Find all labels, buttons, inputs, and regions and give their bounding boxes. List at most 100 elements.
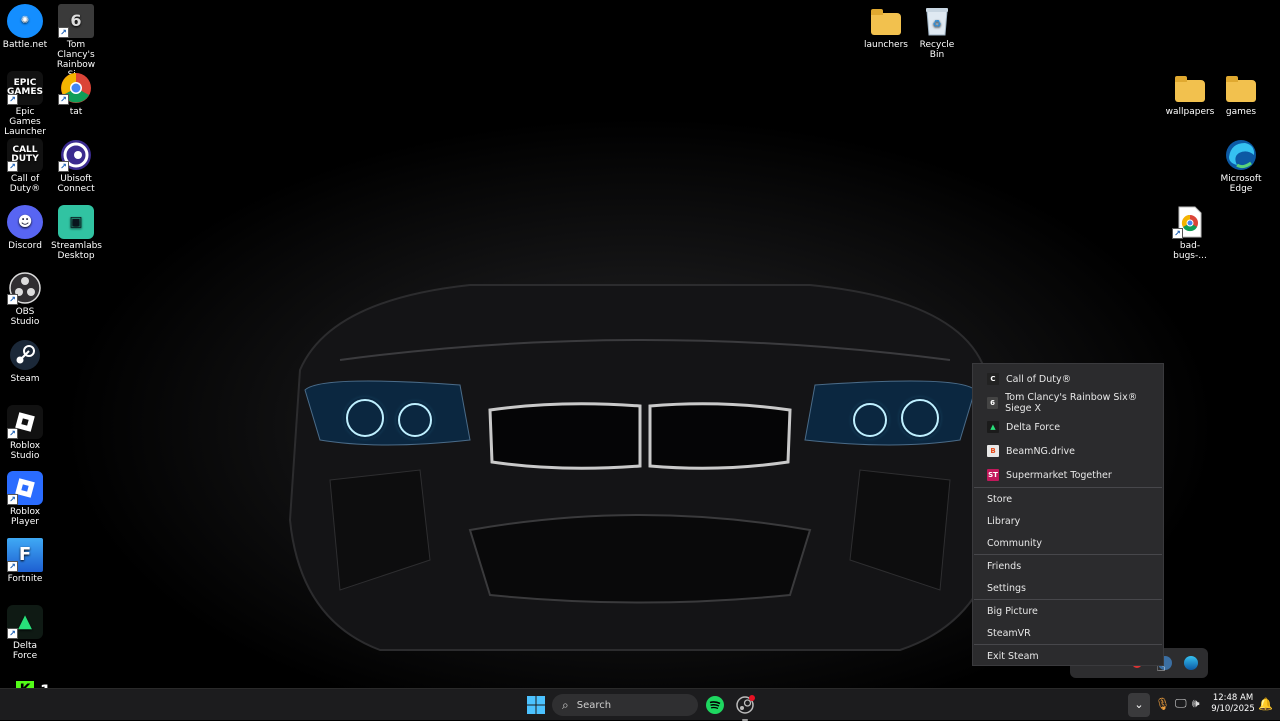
shortcut-arrow-icon: ↗ xyxy=(58,161,69,172)
notification-bell-icon[interactable]: 🔔 xyxy=(1258,697,1273,711)
spotify-taskbar-button[interactable] xyxy=(706,696,724,714)
desktop-icon-rainbow-six[interactable]: 6↗ Tom Clancy's Rainbow Si... xyxy=(51,4,101,80)
icon-label: Battle.net xyxy=(2,40,48,50)
desktop-icon-wallpapers[interactable]: wallpapers xyxy=(1165,71,1215,117)
shortcut-arrow-icon: ↗ xyxy=(7,294,18,305)
icon-label: Delta Force xyxy=(12,641,38,661)
icon-label: OBS Studio xyxy=(10,307,40,327)
menu-item-library[interactable]: Library xyxy=(973,510,1163,532)
menu-item-store[interactable]: Store xyxy=(973,488,1163,510)
icon-label: Fortnite xyxy=(7,574,43,584)
menu-item-label: Library xyxy=(987,515,1021,527)
edge-icon xyxy=(1223,138,1259,172)
menu-item-settings[interactable]: Settings xyxy=(973,577,1163,599)
shortcut-arrow-icon: ↗ xyxy=(58,94,69,105)
rainbow-six-icon: 6 ↗ xyxy=(58,4,94,38)
desktop-icon-epic-games[interactable]: EPIC GAMES ↗ Epic Games Launcher xyxy=(0,71,50,137)
icon-label: tat xyxy=(69,107,83,117)
rainbow-six-icon: 6 xyxy=(987,397,999,409)
taskbar-clock[interactable]: 12:48 AM 9/10/2025 xyxy=(1208,693,1258,715)
battlenet-icon: ✺ xyxy=(7,4,43,38)
volume-icon[interactable]: 🕪 xyxy=(1192,696,1200,711)
icon-label: Streamlabs Desktop xyxy=(51,241,102,261)
taskbar-search-box[interactable]: ⌕ Search xyxy=(552,694,698,716)
menu-game-beamng[interactable]: B BeamNG.drive xyxy=(973,439,1163,463)
desktop-icon-launchers[interactable]: launchers xyxy=(861,4,911,50)
menu-item-steamvr[interactable]: SteamVR xyxy=(973,622,1163,644)
desktop-icon-roblox-studio[interactable]: ↗ Roblox Studio xyxy=(0,405,50,461)
icon-label: launchers xyxy=(863,40,908,50)
menu-item-label: Big Picture xyxy=(987,605,1038,617)
folder-icon xyxy=(871,9,901,35)
delta-force-icon: ▲ xyxy=(987,421,999,433)
icon-label: bad-bugs-... xyxy=(1173,241,1207,261)
desktop-icon-roblox-player[interactable]: ↗ Roblox Player xyxy=(0,471,50,527)
menu-item-big-picture[interactable]: Big Picture xyxy=(973,600,1163,622)
icon-label: Epic Games Launcher xyxy=(4,107,46,137)
menu-game-supermarket-together[interactable]: ST Supermarket Together xyxy=(973,463,1163,487)
desktop-icon-delta-force[interactable]: ▲ ↗ Delta Force xyxy=(0,605,50,661)
streamlabs-icon: ▣ xyxy=(58,205,94,239)
menu-item-label: Store xyxy=(987,493,1013,505)
desktop-icon-ubisoft[interactable]: ↗ Ubisoft Connect xyxy=(51,138,101,194)
svg-text:♻: ♻ xyxy=(933,19,942,30)
supermarket-together-icon: ST xyxy=(987,469,999,481)
spotify-icon xyxy=(709,701,721,709)
shortcut-arrow-icon: ↗ xyxy=(7,428,18,439)
shortcut-arrow-icon: ↗ xyxy=(1172,228,1183,239)
icon-label: Roblox Player xyxy=(9,507,41,527)
steam-taskbar-button[interactable] xyxy=(735,695,755,721)
chrome-file-icon: ↗ xyxy=(1172,205,1208,239)
chrome-icon: ↗ xyxy=(58,71,94,105)
desktop-icon-call-of-duty[interactable]: CALL DUTY ↗ Call of Duty® xyxy=(0,138,50,194)
icon-label: Steam xyxy=(10,374,40,384)
menu-item-friends[interactable]: Friends xyxy=(973,555,1163,577)
menu-item-label: Settings xyxy=(987,582,1026,594)
folder-icon xyxy=(1226,76,1256,102)
desktop-icon-fortnite[interactable]: F ↗ Fortnite xyxy=(0,538,50,584)
beamng-icon: B xyxy=(987,445,999,457)
menu-game-call-of-duty[interactable]: C Call of Duty® xyxy=(973,367,1163,391)
menu-item-label: Exit Steam xyxy=(987,650,1039,662)
desktop-icon-recycle-bin[interactable]: ♻ Recycle Bin xyxy=(912,4,962,60)
shortcut-arrow-icon: ↗ xyxy=(7,494,18,505)
desktop-icon-bad-bugs[interactable]: ↗ bad-bugs-... xyxy=(1165,205,1215,261)
menu-item-label: Call of Duty® xyxy=(1006,373,1072,385)
discord-icon: ☻ xyxy=(7,205,43,239)
menu-item-label: Tom Clancy's Rainbow Six® Siege X xyxy=(1005,392,1138,414)
call-of-duty-icon: CALL DUTY ↗ xyxy=(7,138,43,172)
menu-item-label: BeamNG.drive xyxy=(1006,445,1075,457)
shortcut-arrow-icon: ↗ xyxy=(58,27,69,38)
desktop-icon-games[interactable]: games xyxy=(1216,71,1266,117)
menu-item-label: Supermarket Together xyxy=(1006,469,1112,481)
roblox-player-icon: ↗ xyxy=(7,471,43,505)
menu-game-rainbow-six[interactable]: 6 Tom Clancy's Rainbow Six® Siege X xyxy=(973,391,1163,415)
desktop-icon-streamlabs[interactable]: ▣ Streamlabs Desktop xyxy=(51,205,102,261)
chevron-up-icon: ⌄ xyxy=(1134,698,1144,711)
menu-item-label: SteamVR xyxy=(987,627,1031,639)
icon-label: Microsoft Edge xyxy=(1220,174,1262,194)
ubisoft-icon: ↗ xyxy=(58,138,94,172)
network-icon[interactable]: 🖵 xyxy=(1175,696,1187,711)
icon-label: Call of Duty® xyxy=(9,174,41,194)
show-hidden-icons-button[interactable]: ⌄ xyxy=(1128,693,1150,717)
microphone-icon[interactable]: 🎙 xyxy=(1155,697,1170,711)
menu-item-community[interactable]: Community xyxy=(973,532,1163,554)
recycle-bin-icon: ♻ xyxy=(919,4,955,38)
desktop-icon-battlenet[interactable]: ✺ Battle.net xyxy=(0,4,50,50)
taskbar: ⌕ Search ⌄ 🎙 🖵 🕪 12:48 AM 9/10/2025 🔔 xyxy=(0,688,1280,721)
shortcut-arrow-icon: ↗ xyxy=(7,561,18,572)
desktop-icon-discord[interactable]: ☻ Discord xyxy=(0,205,50,251)
desktop-icon-tat[interactable]: ↗ tat xyxy=(51,71,101,117)
menu-item-label: Delta Force xyxy=(1006,421,1061,433)
shortcut-arrow-icon: ↗ xyxy=(7,628,18,639)
clock-time: 12:48 AM xyxy=(1212,693,1254,703)
desktop-icon-obs[interactable]: ↗ OBS Studio xyxy=(0,271,50,327)
start-button[interactable] xyxy=(526,695,546,715)
desktop-icon-steam[interactable]: Steam xyxy=(0,338,50,384)
menu-game-delta-force[interactable]: ▲ Delta Force xyxy=(973,415,1163,439)
desktop-icon-edge[interactable]: Microsoft Edge xyxy=(1216,138,1266,194)
menu-item-exit-steam[interactable]: Exit Steam xyxy=(973,645,1163,667)
folder-icon xyxy=(1175,76,1205,102)
edge-tray-icon[interactable] xyxy=(1184,656,1198,670)
